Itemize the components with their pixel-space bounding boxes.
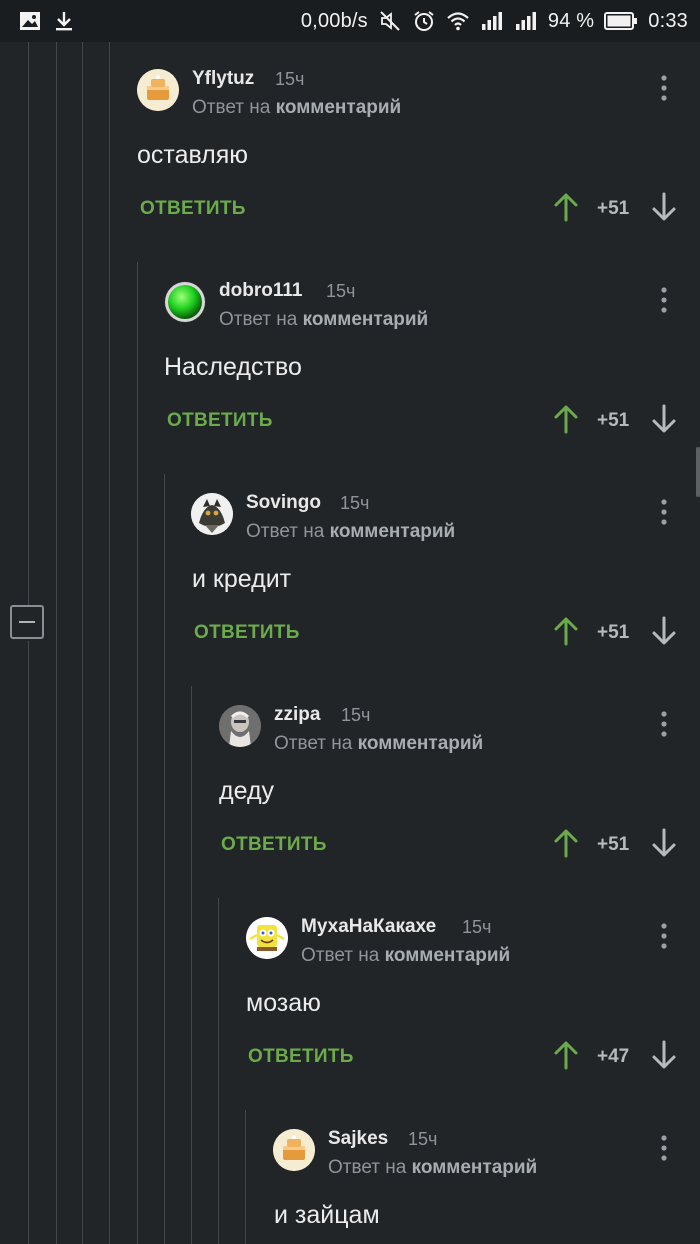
reply-prefix: Ответ на	[274, 733, 353, 754]
battery-icon	[604, 12, 638, 30]
reply-target-link[interactable]: комментарий	[358, 733, 484, 754]
username[interactable]: Yflytuz	[192, 68, 254, 90]
comment-text: Наследство	[164, 353, 302, 381]
portrait-avatar[interactable]	[219, 705, 261, 747]
upvote-arrow-icon[interactable]	[553, 1040, 579, 1070]
more-options-icon[interactable]	[656, 73, 672, 103]
reply-to-line: Ответ на комментарий	[274, 733, 483, 755]
signal-icon	[515, 12, 536, 30]
upvote-arrow-icon[interactable]	[553, 404, 579, 434]
comment-score: +51	[597, 622, 630, 643]
comment: МухаНаКакахе 15ч Ответ на комментарий мо…	[0, 904, 700, 1116]
reply-target-link[interactable]: комментарий	[385, 945, 511, 966]
username[interactable]: МухаНаКакахе	[301, 916, 436, 938]
image-icon	[20, 12, 40, 30]
username[interactable]: dobro111	[219, 280, 302, 302]
reply-button[interactable]: ОТВЕТИТЬ	[221, 834, 327, 856]
username[interactable]: Sovingo	[246, 492, 321, 514]
more-options-icon[interactable]	[656, 921, 672, 951]
clock: 0:33	[648, 9, 688, 32]
reply-to-line: Ответ на комментарий	[328, 1157, 537, 1179]
alarm-icon	[414, 11, 434, 31]
wifi-icon	[447, 12, 469, 31]
comment: Yflytuz 15ч Ответ на комментарий оставля…	[0, 56, 700, 268]
reply-prefix: Ответ на	[328, 1157, 407, 1178]
mute-icon	[380, 11, 400, 31]
downvote-arrow-icon[interactable]	[651, 192, 677, 222]
cake-avatar[interactable]	[137, 69, 179, 111]
more-options-icon[interactable]	[656, 1133, 672, 1163]
comment-time: 15ч	[340, 493, 370, 513]
upvote-arrow-icon[interactable]	[553, 828, 579, 858]
upvote-arrow-icon[interactable]	[553, 616, 579, 646]
reply-target-link[interactable]: комментарий	[276, 97, 402, 118]
comment-time: 15ч	[341, 705, 371, 725]
downvote-arrow-icon[interactable]	[651, 616, 677, 646]
more-options-icon[interactable]	[656, 285, 672, 315]
sponge-avatar[interactable]	[246, 917, 288, 959]
reply-prefix: Ответ на	[192, 97, 271, 118]
reply-to-line: Ответ на комментарий	[192, 97, 401, 119]
green-orb-avatar[interactable]	[164, 281, 206, 323]
downvote-arrow-icon[interactable]	[651, 404, 677, 434]
comment-score: +51	[597, 834, 630, 855]
status-right: 0,00b/s 94 % 0:33	[301, 9, 688, 33]
upvote-arrow-icon[interactable]	[553, 192, 579, 222]
downvote-arrow-icon[interactable]	[651, 828, 677, 858]
username[interactable]: Sajkes	[328, 1128, 388, 1150]
reply-target-link[interactable]: комментарий	[412, 1157, 538, 1178]
comment-time: 15ч	[408, 1129, 438, 1149]
reply-target-link[interactable]: комментарий	[303, 309, 429, 330]
comment-score: +47	[597, 1046, 630, 1067]
comment-score: +51	[597, 198, 630, 219]
comment-time: 15ч	[326, 281, 356, 301]
network-speed: 0,00b/s	[300, 9, 368, 32]
comment: Sovingo 15ч Ответ на комментарий и креди…	[0, 480, 700, 692]
reply-button[interactable]: ОТВЕТИТЬ	[248, 1046, 354, 1068]
signal-icon	[481, 12, 502, 30]
username[interactable]: zzipa	[274, 704, 320, 726]
status-left	[18, 9, 76, 33]
reply-to-line: Ответ на комментарий	[219, 309, 428, 331]
comment-text: деду	[219, 777, 275, 805]
more-options-icon[interactable]	[656, 497, 672, 527]
downvote-arrow-icon[interactable]	[651, 1040, 677, 1070]
reply-target-link[interactable]: комментарий	[330, 521, 456, 542]
reply-to-line: Ответ на комментарий	[246, 521, 455, 543]
reply-prefix: Ответ на	[246, 521, 325, 542]
comment: zzipa 15ч Ответ на комментарий деду ОТВЕ…	[0, 692, 700, 904]
reply-prefix: Ответ на	[301, 945, 380, 966]
comment: Sajkes 15ч Ответ на комментарий и зайцам	[0, 1116, 700, 1244]
comment-time: 15ч	[462, 917, 492, 937]
comment-score: +51	[597, 410, 630, 431]
status-bar: 0,00b/s 94 % 0:33	[0, 0, 700, 42]
cake-avatar[interactable]	[273, 1129, 315, 1171]
comment-text: оставляю	[137, 141, 249, 169]
reply-to-line: Ответ на комментарий	[301, 945, 510, 967]
reply-button[interactable]: ОТВЕТИТЬ	[167, 410, 273, 432]
comment-time: 15ч	[275, 69, 305, 89]
battery-percent: 94 %	[547, 9, 595, 32]
reply-button[interactable]: ОТВЕТИТЬ	[194, 622, 300, 644]
comment-text: и кредит	[192, 565, 292, 593]
comment-text: и зайцам	[274, 1201, 380, 1229]
comment: dobro111 15ч Ответ на комментарий Наслед…	[0, 268, 700, 480]
comment-text: мозаю	[246, 989, 321, 1017]
screen: 0,00b/s 94 % 0:33 Yflytuz 15ч Ответ на к…	[0, 0, 700, 1244]
download-icon	[56, 12, 72, 31]
reply-prefix: Ответ на	[219, 309, 298, 330]
reply-button[interactable]: ОТВЕТИТЬ	[140, 198, 246, 220]
more-options-icon[interactable]	[656, 709, 672, 739]
creature-avatar[interactable]	[191, 493, 233, 535]
